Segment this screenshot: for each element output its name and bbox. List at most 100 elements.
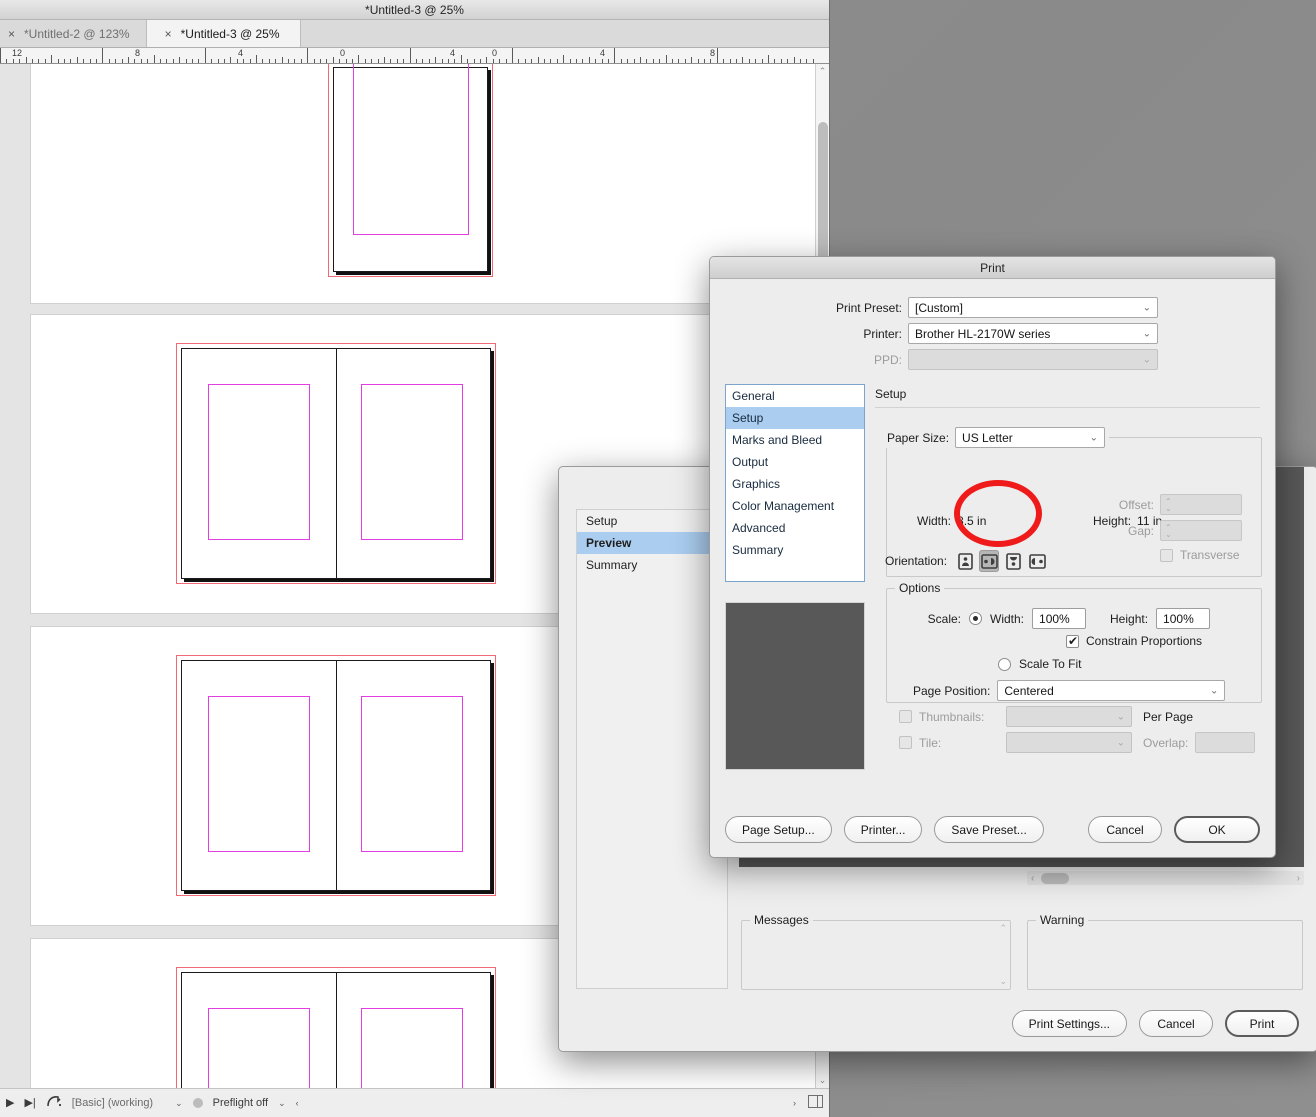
print-preset-select[interactable]: [Custom] ⌄ — [908, 297, 1158, 318]
chevron-down-icon[interactable]: ⌄ — [278, 1098, 286, 1109]
preflight-status-dot — [192, 1098, 203, 1108]
scale-height-input[interactable]: 100% — [1156, 608, 1211, 629]
spread-4[interactable] — [176, 967, 496, 1088]
next-arrow-icon[interactable]: › — [793, 1098, 796, 1108]
gap-label: Gap: — [1127, 523, 1154, 538]
scale-width-label: Width: — [990, 611, 1025, 626]
tile-checkbox[interactable] — [899, 736, 912, 749]
margin-guide-left — [208, 696, 310, 852]
prev-arrow-icon[interactable]: ‹ — [296, 1098, 299, 1108]
document-tab-untitled-2[interactable]: × *Untitled-2 @ 123% — [0, 20, 147, 47]
ok-button[interactable]: OK — [1174, 816, 1260, 843]
margin-guide-right — [361, 1008, 463, 1088]
printer-value: Brother HL-2170W series — [915, 326, 1051, 341]
print-nav-item-advanced[interactable]: Advanced — [726, 517, 864, 539]
transverse-row[interactable]: Transverse — [1160, 548, 1240, 562]
scale-to-fit-row[interactable]: Scale To Fit — [998, 657, 1081, 671]
booklet-nav-item-setup[interactable]: Setup — [577, 510, 727, 532]
constrain-proportions-checkbox[interactable] — [1066, 634, 1079, 648]
play-icon[interactable]: ▶ — [6, 1097, 14, 1109]
window-title-bar: *Untitled-3 @ 25% — [0, 0, 829, 20]
booklet-nav-item-summary[interactable]: Summary — [577, 554, 727, 576]
page-preview-thumbnail — [725, 602, 865, 770]
orientation-buttons[interactable] — [955, 550, 1047, 572]
cancel-button[interactable]: Cancel — [1139, 1010, 1213, 1037]
panel-title: Setup — [875, 387, 907, 401]
page-position-select[interactable]: Centered ⌄ — [997, 680, 1226, 701]
close-icon[interactable]: × — [165, 28, 172, 40]
width-label: Width: — [917, 514, 952, 528]
tile-label: Tile: — [919, 735, 942, 750]
orientation-reverse-landscape-button[interactable] — [1027, 550, 1047, 572]
chevron-down-icon[interactable]: ⌄ — [175, 1098, 183, 1109]
scroll-right-icon[interactable]: › — [1297, 873, 1300, 884]
orientation-landscape-button[interactable] — [979, 550, 1000, 572]
print-nav-item-marks-and-bleed[interactable]: Marks and Bleed — [726, 429, 864, 451]
preview-horizontal-scrollbar[interactable]: ‹ › — [1027, 871, 1304, 885]
tile-select: ⌄ — [1006, 732, 1132, 753]
paper-size-label: Paper Size: — [887, 430, 950, 445]
document-tab-untitled-3[interactable]: × *Untitled-3 @ 25% — [146, 20, 301, 47]
chevron-down-icon: ⌄ — [1210, 685, 1219, 696]
scale-radio[interactable] — [969, 612, 982, 625]
orientation-reverse-portrait-button[interactable] — [1003, 550, 1023, 572]
status-bar: ▶ ▶| [Basic] (working) ⌄ Preflight off ⌄… — [0, 1088, 829, 1117]
margin-guide — [353, 64, 469, 235]
printer-button[interactable]: Printer... — [843, 816, 923, 843]
ruler-label: 0 — [492, 48, 498, 58]
scroll-down-icon[interactable]: ⌄ — [816, 1075, 829, 1086]
page-setup-button[interactable]: Page Setup... — [725, 816, 832, 843]
booklet-nav-list[interactable]: Setup Preview Summary — [576, 509, 728, 989]
scroll-left-icon[interactable]: ‹ — [1031, 873, 1034, 884]
transverse-checkbox[interactable] — [1160, 548, 1173, 562]
scale-width-input[interactable]: 100% — [1032, 608, 1087, 629]
paper-size-select[interactable]: US Letter ⌄ — [955, 427, 1106, 448]
printer-select[interactable]: Brother HL-2170W series ⌄ — [908, 323, 1158, 344]
booklet-nav-item-preview[interactable]: Preview — [577, 532, 727, 554]
spread-2[interactable] — [176, 343, 496, 584]
scale-to-fit-radio[interactable] — [998, 657, 1011, 671]
print-nav-item-output[interactable]: Output — [726, 451, 864, 473]
messages-scroll-up-icon[interactable]: ⌃ — [999, 923, 1007, 934]
orientation-portrait-button[interactable] — [955, 550, 975, 572]
scroll-up-icon[interactable]: ⌃ — [816, 66, 829, 77]
next-page-icon[interactable]: ▶| — [24, 1097, 35, 1109]
thumbnails-label: Thumbnails: — [919, 709, 985, 724]
offset-row: Offset: ⌃ ⌄ — [1102, 494, 1242, 515]
document-tab-bar[interactable]: × *Untitled-2 @ 123% × *Untitled-3 @ 25% — [0, 20, 829, 48]
nav-label: Summary — [732, 543, 784, 557]
options-fieldset: Options Scale: Width: 100% Height: 100% … — [886, 581, 1262, 753]
scrollbar-thumb[interactable] — [1041, 872, 1069, 884]
booklet-button-row: Print Settings... Cancel Print — [1011, 1010, 1299, 1037]
print-preset-value: [Custom] — [915, 300, 964, 315]
print-nav-item-general[interactable]: General — [726, 385, 864, 407]
messages-scroll-down-icon[interactable]: ⌄ — [999, 976, 1007, 987]
per-page-label: Per Page — [1143, 709, 1194, 724]
print-nav-item-summary[interactable]: Summary — [726, 539, 864, 561]
print-nav-item-graphics[interactable]: Graphics — [726, 473, 864, 495]
print-nav-item-setup[interactable]: Setup — [726, 407, 864, 429]
print-settings-button[interactable]: Print Settings... — [1011, 1010, 1127, 1037]
page-curl-icon[interactable] — [46, 1095, 62, 1111]
print-dialog: Print Print Preset: [Custom] ⌄ Printer: … — [709, 256, 1276, 858]
thumbnails-checkbox[interactable] — [899, 710, 912, 723]
print-preset-row: Print Preset: [Custom] ⌄ — [710, 297, 1275, 318]
orientation-row: Orientation: — [885, 550, 1047, 572]
spread-3[interactable] — [176, 655, 496, 896]
constrain-row[interactable]: Constrain Proportions — [1066, 634, 1202, 648]
ruler-label: 0 — [340, 48, 346, 58]
print-button[interactable]: Print — [1225, 1010, 1299, 1037]
overlap-input — [1195, 732, 1256, 753]
save-preset-button[interactable]: Save Preset... — [934, 816, 1044, 843]
stepper-arrows-icon: ⌃ ⌄ — [1165, 496, 1172, 513]
panel-toggle-icon[interactable] — [808, 1095, 823, 1111]
spread-1[interactable] — [328, 64, 493, 277]
close-icon[interactable]: × — [8, 28, 15, 40]
print-nav-item-color-management[interactable]: Color Management — [726, 495, 864, 517]
ruler-ticks — [0, 48, 829, 63]
horizontal-ruler[interactable]: 12 8 4 0 4 0 4 8 — [0, 48, 829, 64]
print-nav-list[interactable]: General Setup Marks and Bleed Output Gra… — [725, 384, 865, 582]
nav-label: Graphics — [732, 477, 781, 491]
spine-guide — [336, 972, 337, 1088]
cancel-button[interactable]: Cancel — [1088, 816, 1162, 843]
